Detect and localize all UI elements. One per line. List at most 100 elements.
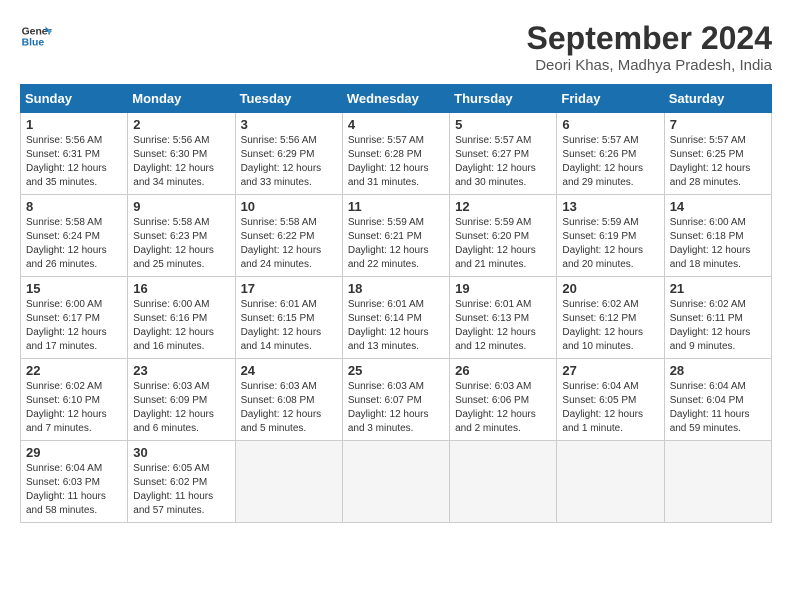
table-row: 1Sunrise: 5:56 AM Sunset: 6:31 PM Daylig… xyxy=(21,113,772,195)
day-number: 5 xyxy=(455,117,551,132)
day-number: 11 xyxy=(348,199,444,214)
day-number: 29 xyxy=(26,445,122,460)
col-thursday: Thursday xyxy=(450,85,557,113)
table-cell xyxy=(342,441,449,523)
day-info: Sunrise: 6:01 AM Sunset: 6:14 PM Dayligh… xyxy=(348,298,444,354)
table-cell: 15 Sunrise: 6:00 AM Sunset: 6:17 PM Dayli… xyxy=(21,277,128,359)
table-cell: 11 Sunrise: 5:59 AM Sunset: 6:21 PM Dayli… xyxy=(342,195,449,277)
table-cell: 5 Sunrise: 5:57 AM Sunset: 6:27 PM Daylig… xyxy=(450,113,557,195)
day-number: 24 xyxy=(241,363,337,378)
table-cell: 27Sunrise: 6:04 AM Sunset: 6:05 PM Dayli… xyxy=(557,359,664,441)
day-number: 2 xyxy=(133,117,229,132)
table-cell: 23 Sunrise: 6:03 AM Sunset: 6:09 PM Dayli… xyxy=(128,359,235,441)
day-number: 23 xyxy=(133,363,229,378)
day-info: Sunrise: 6:00 AM Sunset: 6:16 PM Dayligh… xyxy=(133,298,229,354)
table-cell: 1Sunrise: 5:56 AM Sunset: 6:31 PM Daylig… xyxy=(21,113,128,195)
day-info: Sunrise: 6:03 AM Sunset: 6:08 PM Dayligh… xyxy=(241,380,337,436)
day-info: Sunrise: 5:56 AM Sunset: 6:31 PM Dayligh… xyxy=(26,134,122,190)
logo-icon: General Blue xyxy=(20,20,52,52)
table-cell: 30 Sunrise: 6:05 AM Sunset: 6:02 PM Dayli… xyxy=(128,441,235,523)
day-info: Sunrise: 5:57 AM Sunset: 6:27 PM Dayligh… xyxy=(455,134,551,190)
table-cell: 21 Sunrise: 6:02 AM Sunset: 6:11 PM Dayli… xyxy=(664,277,771,359)
col-friday: Friday xyxy=(557,85,664,113)
day-number: 10 xyxy=(241,199,337,214)
day-info: Sunrise: 5:56 AM Sunset: 6:30 PM Dayligh… xyxy=(133,134,229,190)
table-cell: 8 Sunrise: 5:58 AM Sunset: 6:24 PM Daylig… xyxy=(21,195,128,277)
table-cell xyxy=(450,441,557,523)
table-cell: 6Sunrise: 5:57 AM Sunset: 6:26 PM Daylig… xyxy=(557,113,664,195)
day-number: 9 xyxy=(133,199,229,214)
table-cell: 14Sunrise: 6:00 AM Sunset: 6:18 PM Dayli… xyxy=(664,195,771,277)
calendar-table: Sunday Monday Tuesday Wednesday Thursday… xyxy=(20,84,772,523)
table-cell: 22Sunrise: 6:02 AM Sunset: 6:10 PM Dayli… xyxy=(21,359,128,441)
table-row: 29 Sunrise: 6:04 AM Sunset: 6:03 PM Dayli… xyxy=(21,441,772,523)
table-cell: 9Sunrise: 5:58 AM Sunset: 6:23 PM Daylig… xyxy=(128,195,235,277)
table-row: 8 Sunrise: 5:58 AM Sunset: 6:24 PM Daylig… xyxy=(21,195,772,277)
svg-text:Blue: Blue xyxy=(22,38,45,49)
table-cell: 3Sunrise: 5:56 AM Sunset: 6:29 PM Daylig… xyxy=(235,113,342,195)
svg-text:General: General xyxy=(22,26,52,37)
table-cell xyxy=(557,441,664,523)
col-sunday: Sunday xyxy=(21,85,128,113)
day-info: Sunrise: 6:05 AM Sunset: 6:02 PM Dayligh… xyxy=(133,462,229,518)
day-info: Sunrise: 5:59 AM Sunset: 6:20 PM Dayligh… xyxy=(455,216,551,272)
col-monday: Monday xyxy=(128,85,235,113)
table-cell: 7 Sunrise: 5:57 AM Sunset: 6:25 PM Daylig… xyxy=(664,113,771,195)
table-cell: 24 Sunrise: 6:03 AM Sunset: 6:08 PM Dayli… xyxy=(235,359,342,441)
day-number: 12 xyxy=(455,199,551,214)
day-info: Sunrise: 5:59 AM Sunset: 6:21 PM Dayligh… xyxy=(348,216,444,272)
day-number: 22 xyxy=(26,363,122,378)
day-info: Sunrise: 6:04 AM Sunset: 6:04 PM Dayligh… xyxy=(670,380,766,436)
table-cell xyxy=(235,441,342,523)
title-area: September 2024 Deori Khas, Madhya Prades… xyxy=(527,20,772,74)
day-number: 15 xyxy=(26,281,122,296)
day-number: 6 xyxy=(562,117,658,132)
day-info: Sunrise: 6:04 AM Sunset: 6:03 PM Dayligh… xyxy=(26,462,122,518)
table-cell: 20Sunrise: 6:02 AM Sunset: 6:12 PM Dayli… xyxy=(557,277,664,359)
month-title: September 2024 xyxy=(527,20,772,57)
day-info: Sunrise: 5:57 AM Sunset: 6:28 PM Dayligh… xyxy=(348,134,444,190)
day-info: Sunrise: 6:00 AM Sunset: 6:18 PM Dayligh… xyxy=(670,216,766,272)
day-number: 30 xyxy=(133,445,229,460)
day-number: 18 xyxy=(348,281,444,296)
day-number: 7 xyxy=(670,117,766,132)
table-cell: 16Sunrise: 6:00 AM Sunset: 6:16 PM Dayli… xyxy=(128,277,235,359)
table-cell: 13Sunrise: 5:59 AM Sunset: 6:19 PM Dayli… xyxy=(557,195,664,277)
day-info: Sunrise: 6:01 AM Sunset: 6:13 PM Dayligh… xyxy=(455,298,551,354)
table-cell: 26Sunrise: 6:03 AM Sunset: 6:06 PM Dayli… xyxy=(450,359,557,441)
table-row: 15 Sunrise: 6:00 AM Sunset: 6:17 PM Dayli… xyxy=(21,277,772,359)
day-number: 3 xyxy=(241,117,337,132)
table-cell: 12 Sunrise: 5:59 AM Sunset: 6:20 PM Dayli… xyxy=(450,195,557,277)
day-info: Sunrise: 6:00 AM Sunset: 6:17 PM Dayligh… xyxy=(26,298,122,354)
table-cell: 4 Sunrise: 5:57 AM Sunset: 6:28 PM Daylig… xyxy=(342,113,449,195)
day-info: Sunrise: 6:03 AM Sunset: 6:07 PM Dayligh… xyxy=(348,380,444,436)
day-number: 25 xyxy=(348,363,444,378)
day-info: Sunrise: 6:02 AM Sunset: 6:11 PM Dayligh… xyxy=(670,298,766,354)
table-cell xyxy=(664,441,771,523)
logo: General Blue xyxy=(20,20,52,52)
day-number: 8 xyxy=(26,199,122,214)
day-info: Sunrise: 6:04 AM Sunset: 6:05 PM Dayligh… xyxy=(562,380,658,436)
day-number: 21 xyxy=(670,281,766,296)
day-number: 4 xyxy=(348,117,444,132)
day-info: Sunrise: 5:57 AM Sunset: 6:25 PM Dayligh… xyxy=(670,134,766,190)
col-saturday: Saturday xyxy=(664,85,771,113)
day-info: Sunrise: 6:02 AM Sunset: 6:12 PM Dayligh… xyxy=(562,298,658,354)
day-info: Sunrise: 5:59 AM Sunset: 6:19 PM Dayligh… xyxy=(562,216,658,272)
day-number: 28 xyxy=(670,363,766,378)
day-info: Sunrise: 5:58 AM Sunset: 6:22 PM Dayligh… xyxy=(241,216,337,272)
day-number: 19 xyxy=(455,281,551,296)
table-cell: 28 Sunrise: 6:04 AM Sunset: 6:04 PM Dayli… xyxy=(664,359,771,441)
day-info: Sunrise: 5:58 AM Sunset: 6:24 PM Dayligh… xyxy=(26,216,122,272)
table-cell: 25 Sunrise: 6:03 AM Sunset: 6:07 PM Dayli… xyxy=(342,359,449,441)
location-title: Deori Khas, Madhya Pradesh, India xyxy=(527,57,772,74)
col-tuesday: Tuesday xyxy=(235,85,342,113)
col-wednesday: Wednesday xyxy=(342,85,449,113)
table-cell: 2 Sunrise: 5:56 AM Sunset: 6:30 PM Daylig… xyxy=(128,113,235,195)
table-cell: 17Sunrise: 6:01 AM Sunset: 6:15 PM Dayli… xyxy=(235,277,342,359)
table-cell: 19 Sunrise: 6:01 AM Sunset: 6:13 PM Dayli… xyxy=(450,277,557,359)
table-cell: 29 Sunrise: 6:04 AM Sunset: 6:03 PM Dayli… xyxy=(21,441,128,523)
day-info: Sunrise: 6:03 AM Sunset: 6:09 PM Dayligh… xyxy=(133,380,229,436)
table-cell: 10 Sunrise: 5:58 AM Sunset: 6:22 PM Dayli… xyxy=(235,195,342,277)
header-row: Sunday Monday Tuesday Wednesday Thursday… xyxy=(21,85,772,113)
